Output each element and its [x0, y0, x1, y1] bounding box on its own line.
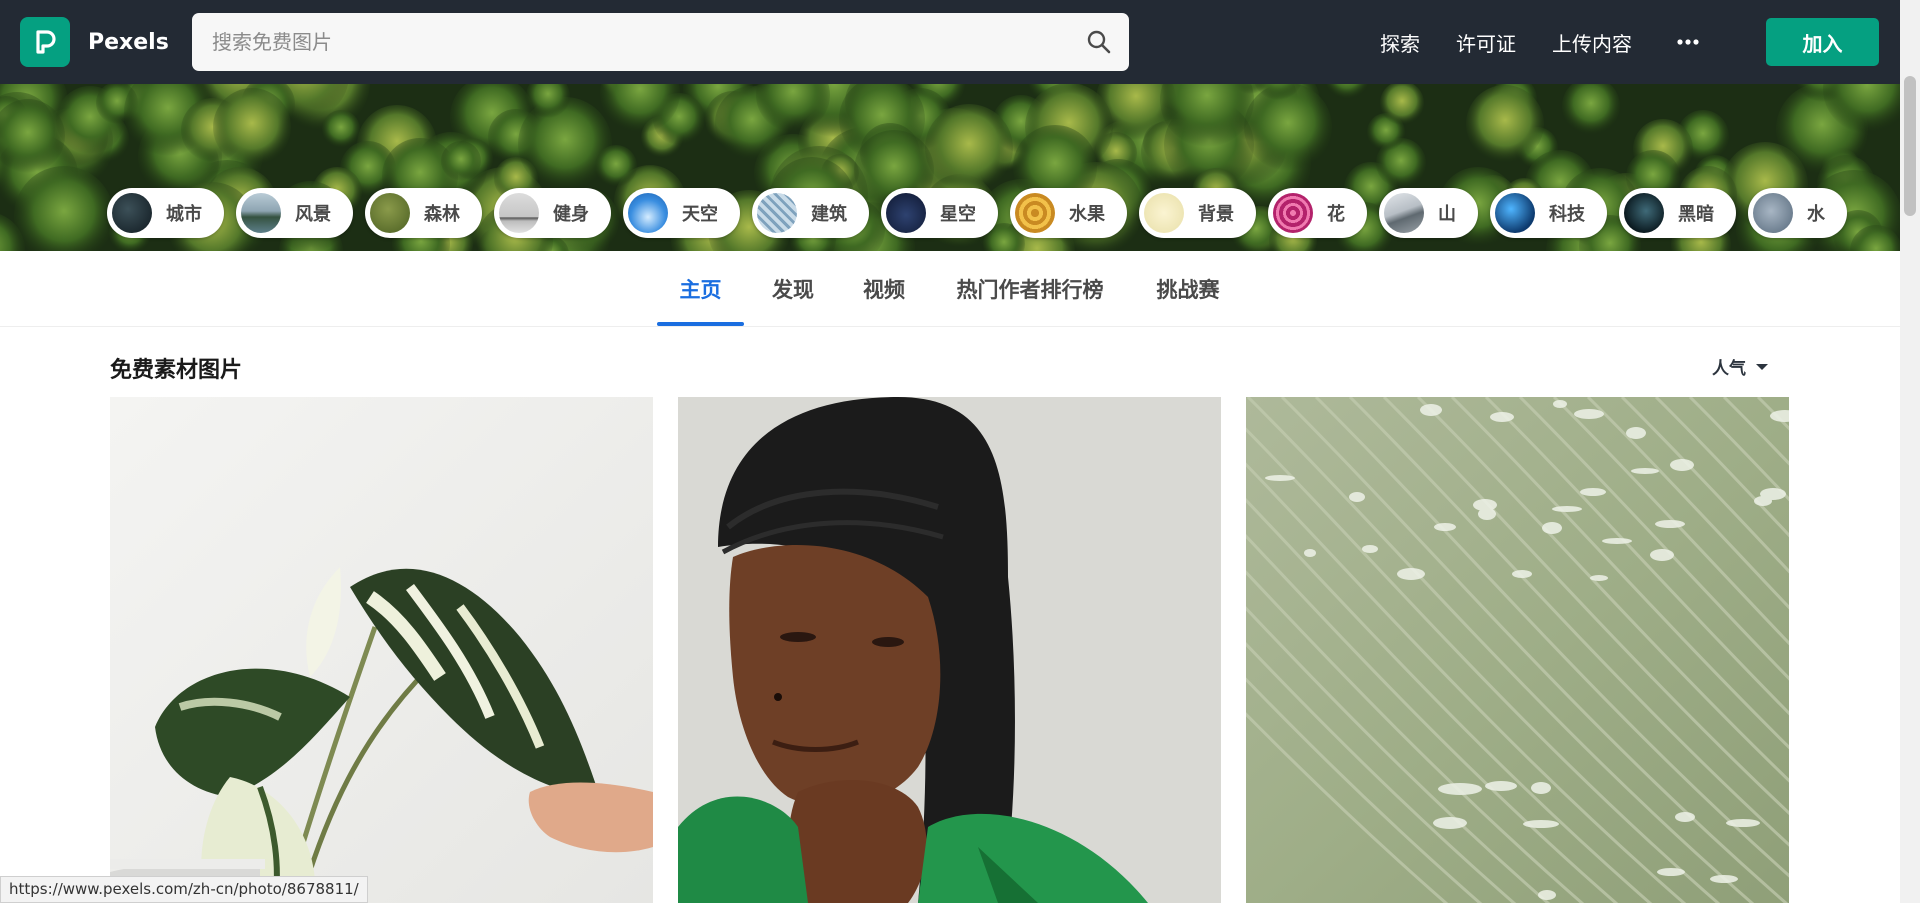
search-input[interactable]: [192, 13, 1069, 71]
join-button[interactable]: 加入: [1766, 18, 1879, 66]
category-chip-starry-sky[interactable]: 星空: [881, 188, 998, 238]
category-chip-forest[interactable]: 森林: [365, 188, 482, 238]
category-chip-technology[interactable]: 科技: [1490, 188, 1607, 238]
pexels-logo-icon: [20, 17, 70, 67]
background-thumbnail: [1144, 193, 1184, 233]
more-menu-button[interactable]: [1668, 22, 1708, 62]
scrollbar-thumb[interactable]: [1904, 76, 1916, 216]
category-chip-mountain[interactable]: 山: [1379, 188, 1478, 238]
more-icon: [1677, 39, 1699, 45]
tab-videos[interactable]: 视频: [853, 251, 915, 327]
chip-label: 星空: [940, 204, 976, 225]
water-thumbnail: [1753, 193, 1793, 233]
chip-label: 风景: [295, 204, 331, 225]
sky-thumbnail: [628, 193, 668, 233]
category-chip-water[interactable]: 水: [1748, 188, 1847, 238]
top-navigation-bar: Pexels 探索 许可证 上传内容 加入: [0, 0, 1900, 84]
content-tabs: 主页 发现 视频 热门作者排行榜 挑战赛: [0, 251, 1900, 327]
nav-link-upload[interactable]: 上传内容: [1552, 28, 1632, 57]
chip-label: 山: [1438, 204, 1456, 225]
tab-challenges[interactable]: 挑战赛: [1147, 251, 1229, 327]
category-chip-sky[interactable]: 天空: [623, 188, 740, 238]
chip-label: 黑暗: [1678, 204, 1714, 225]
dark-thumbnail: [1624, 193, 1664, 233]
nav-link-license[interactable]: 许可证: [1456, 28, 1516, 57]
forest-thumbnail: [370, 193, 410, 233]
city-thumbnail: [112, 193, 152, 233]
search-icon: [1087, 30, 1111, 54]
mountain-thumbnail: [1384, 193, 1424, 233]
caret-down-icon: [1756, 363, 1768, 370]
status-bar-url: https://www.pexels.com/zh-cn/photo/86788…: [0, 876, 368, 903]
category-chips: 城市 风景 森林 健身 天空 建筑 星空 水果 背景 花 山 科技 黑暗 水: [107, 188, 1859, 238]
sort-dropdown[interactable]: 人气: [1712, 354, 1768, 379]
nav-link-explore[interactable]: 探索: [1380, 28, 1420, 57]
photo-monstera-plant: [110, 397, 653, 903]
nav-links: 探索 许可证 上传内容: [1380, 0, 1740, 84]
chip-label: 水果: [1069, 204, 1105, 225]
category-chip-fitness[interactable]: 健身: [494, 188, 611, 238]
section-title: 免费素材图片: [110, 358, 243, 383]
photo-card[interactable]: [1246, 397, 1789, 903]
chip-label: 花: [1327, 204, 1345, 225]
photo-woman-portrait: [678, 397, 1221, 903]
pexels-logo[interactable]: Pexels: [20, 17, 169, 67]
tab-leaderboard[interactable]: 热门作者排行榜: [946, 251, 1114, 327]
chip-label: 建筑: [811, 204, 847, 225]
search-button[interactable]: [1069, 13, 1129, 71]
chip-label: 城市: [166, 204, 202, 225]
brand-name: Pexels: [88, 29, 169, 55]
category-chip-fruit[interactable]: 水果: [1010, 188, 1127, 238]
chip-label: 森林: [424, 204, 460, 225]
technology-thumbnail: [1495, 193, 1535, 233]
category-chip-city[interactable]: 城市: [107, 188, 224, 238]
active-tab-indicator: [657, 322, 744, 326]
category-chip-background[interactable]: 背景: [1139, 188, 1256, 238]
chip-label: 天空: [682, 204, 718, 225]
architecture-thumbnail: [757, 193, 797, 233]
chip-label: 背景: [1198, 204, 1234, 225]
photo-leaf-texture: [1246, 397, 1789, 903]
category-chip-landscape[interactable]: 风景: [236, 188, 353, 238]
hero-banner: 城市 风景 森林 健身 天空 建筑 星空 水果 背景 花 山 科技 黑暗 水: [0, 84, 1900, 251]
fruit-thumbnail: [1015, 193, 1055, 233]
category-chip-flower[interactable]: 花: [1268, 188, 1367, 238]
chip-label: 水: [1807, 204, 1825, 225]
chip-label: 健身: [553, 204, 589, 225]
starry-sky-thumbnail: [886, 193, 926, 233]
sort-label: 人气: [1712, 359, 1746, 379]
tab-home[interactable]: 主页: [657, 251, 744, 327]
photo-card[interactable]: [678, 397, 1221, 903]
landscape-thumbnail: [241, 193, 281, 233]
photo-card[interactable]: [110, 397, 653, 903]
fitness-thumbnail: [499, 193, 539, 233]
chip-label: 科技: [1549, 204, 1585, 225]
tab-discover[interactable]: 发现: [762, 251, 824, 327]
category-chip-dark[interactable]: 黑暗: [1619, 188, 1736, 238]
category-chip-architecture[interactable]: 建筑: [752, 188, 869, 238]
search-bar: [192, 13, 1129, 71]
flower-thumbnail: [1273, 193, 1313, 233]
